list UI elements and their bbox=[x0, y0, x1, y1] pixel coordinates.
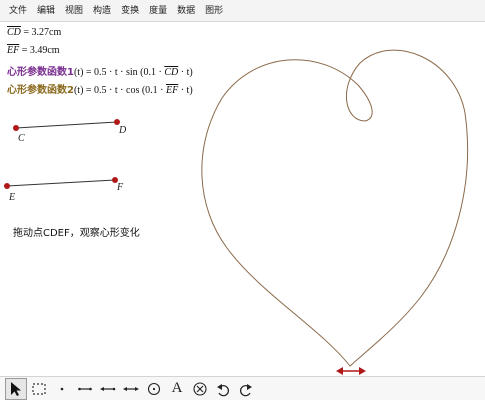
point-label-d: D bbox=[118, 125, 127, 136]
segment-icon bbox=[78, 387, 92, 390]
menu-transform[interactable]: 变换 bbox=[116, 0, 144, 22]
menu-construct[interactable]: 构造 bbox=[88, 0, 116, 22]
point-icon bbox=[60, 387, 64, 390]
text-tool[interactable]: A bbox=[166, 378, 188, 400]
menu-file[interactable]: 文件 bbox=[4, 0, 32, 22]
redo-icon bbox=[240, 383, 252, 396]
line-tool[interactable] bbox=[120, 378, 142, 400]
delete-tool[interactable] bbox=[189, 378, 211, 400]
circle-icon bbox=[147, 382, 161, 395]
point-c[interactable] bbox=[13, 125, 19, 131]
segment-tool[interactable] bbox=[74, 378, 96, 400]
tool-palette: A bbox=[0, 376, 485, 400]
menu-measure[interactable]: 度量 bbox=[144, 0, 172, 22]
arrow-pointer-icon bbox=[11, 381, 21, 396]
ray-icon bbox=[100, 386, 116, 391]
instruction-text: 拖动点CDEF，观察心形变化 bbox=[13, 228, 140, 239]
menu-graph[interactable]: 图形 bbox=[200, 0, 228, 22]
menu-bar: 文件 编辑 视图 构造 变换 度量 数据 图形 bbox=[0, 0, 485, 22]
point-label-c: C bbox=[18, 133, 25, 144]
drag-arrow-icon[interactable] bbox=[336, 367, 366, 375]
line-icon bbox=[123, 386, 139, 391]
undo-icon bbox=[217, 383, 229, 396]
menu-data[interactable]: 数据 bbox=[172, 0, 200, 22]
point-label-e: E bbox=[8, 192, 15, 203]
select-arrow-tool[interactable] bbox=[5, 377, 27, 400]
redo-tool[interactable] bbox=[235, 378, 257, 400]
text-a-icon: A bbox=[171, 380, 183, 396]
point-e[interactable] bbox=[4, 183, 10, 189]
undo-tool[interactable] bbox=[212, 378, 234, 400]
point-tool[interactable] bbox=[51, 378, 73, 400]
menu-edit[interactable]: 编辑 bbox=[32, 0, 60, 22]
sketch-canvas[interactable]: CD = 3.27cm EF = 3.49cm 心形参数函数1(t) = 0.5… bbox=[0, 23, 485, 376]
segment-cd[interactable] bbox=[15, 121, 118, 129]
ray-tool[interactable] bbox=[97, 378, 119, 400]
point-label-f: F bbox=[116, 182, 124, 193]
segment-ef[interactable] bbox=[6, 179, 116, 187]
marquee-tool[interactable] bbox=[28, 378, 50, 400]
heart-curve[interactable] bbox=[201, 49, 469, 367]
sketch-drawing: C D E F bbox=[4, 49, 469, 375]
marquee-icon bbox=[32, 382, 46, 395]
circle-x-icon bbox=[193, 381, 207, 396]
compass-circle-tool[interactable] bbox=[143, 378, 165, 400]
menu-view[interactable]: 视图 bbox=[60, 0, 88, 22]
